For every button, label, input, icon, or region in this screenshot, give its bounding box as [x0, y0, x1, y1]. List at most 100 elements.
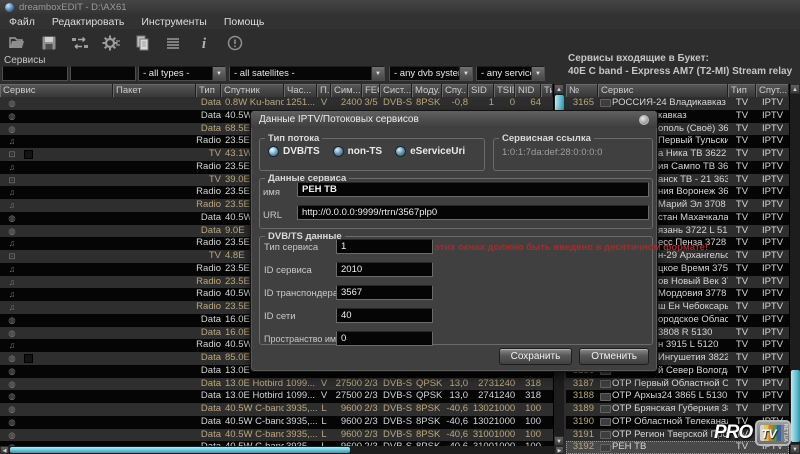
- column-header-modulation[interactable]: Моду...: [412, 84, 442, 97]
- radio-service-icon: ♫: [0, 263, 24, 276]
- scroll-up-icon[interactable]: ▲: [790, 84, 800, 94]
- radio-icon[interactable]: [395, 146, 406, 157]
- service-mark: [24, 314, 36, 327]
- cell-position: 13,0: [442, 390, 468, 403]
- filter-package-input[interactable]: [70, 66, 136, 81]
- filter-service-dropdown[interactable]: - any service - ▼: [476, 66, 545, 81]
- scroll-left-icon[interactable]: ◀: [0, 446, 9, 454]
- services-horizontal-scrollbar[interactable]: ◀ ▶: [0, 446, 564, 454]
- column-header-number[interactable]: №: [566, 84, 598, 97]
- bouquet-service-row[interactable]: 3188 ОТР Архыз24 3865 L 5130 TV IPTV: [566, 390, 789, 403]
- cell-satellite: IPTV: [756, 276, 789, 289]
- radio-eserviceuri[interactable]: eServiceUri: [395, 146, 465, 157]
- cell-sid: 1302: [468, 416, 494, 429]
- column-header-nid[interactable]: NID: [515, 84, 541, 97]
- bouquet-service-row[interactable]: 3187 ОТР Первый Областной Ор... TV IPTV: [566, 378, 789, 391]
- dialog-close-icon[interactable]: [639, 115, 649, 125]
- column-header-service[interactable]: Сервис: [0, 84, 113, 97]
- network-id-input[interactable]: [336, 308, 433, 323]
- column-header-type2[interactable]: Тип: [541, 84, 553, 97]
- menu-file[interactable]: Файл: [9, 16, 35, 28]
- radio-icon[interactable]: [333, 146, 344, 157]
- bouquet-service-row[interactable]: 3189 ОТР Брянская Губерния 387... TV IPT…: [566, 403, 789, 416]
- radio-selected-icon[interactable]: [268, 146, 279, 157]
- save-button[interactable]: Сохранить: [499, 348, 573, 365]
- filter-satellites-dropdown[interactable]: - all satellites - ▼: [229, 66, 385, 81]
- cell-type: Data: [196, 212, 221, 225]
- scroll-up-icon[interactable]: ▲: [554, 84, 564, 94]
- service-row[interactable]: ◍ Data 13.0E Hotbird ... 1099... V 27500…: [0, 390, 553, 403]
- list-icon[interactable]: [161, 32, 185, 54]
- service-row[interactable]: ◍ Data 40.5W C-band ... 3935,... L 9600 …: [0, 403, 553, 416]
- service-type-input[interactable]: [336, 239, 433, 254]
- open-file-icon[interactable]: [6, 32, 30, 54]
- menu-tools[interactable]: Инструменты: [141, 16, 206, 28]
- filter-service-input[interactable]: [2, 66, 68, 81]
- settings-gear-icon[interactable]: [99, 32, 123, 54]
- column-header-polarity[interactable]: П...: [317, 84, 331, 97]
- radio-dvbts[interactable]: DVB/TS: [268, 146, 320, 157]
- cell-type: Data: [196, 327, 221, 340]
- chevron-down-icon[interactable]: ▼: [371, 67, 384, 80]
- network-id-label: ID сети: [264, 311, 296, 322]
- url-input[interactable]: [297, 205, 649, 220]
- column-header-symbolrate[interactable]: Сим...: [331, 84, 362, 97]
- column-header-package[interactable]: Пакет: [113, 84, 196, 97]
- chevron-down-icon[interactable]: ▼: [531, 67, 544, 80]
- column-header-type[interactable]: Тип: [196, 84, 221, 97]
- radio-service-icon: ♫: [0, 288, 24, 301]
- cell-number: 3191: [566, 429, 598, 442]
- save-icon[interactable]: [37, 32, 61, 54]
- chevron-down-icon[interactable]: ▼: [212, 67, 225, 80]
- column-header-satellite[interactable]: Спутник: [221, 84, 284, 97]
- column-header-service[interactable]: Сервис: [598, 84, 728, 97]
- scroll-down-icon[interactable]: ▼: [554, 436, 564, 446]
- bouquet-vertical-scrollbar[interactable]: ▲ ▼: [789, 84, 800, 454]
- column-header-type[interactable]: Тип: [728, 84, 756, 97]
- namespace-input[interactable]: [336, 331, 433, 346]
- column-header-tsid[interactable]: TSID: [494, 84, 515, 97]
- column-header-fec[interactable]: FEC: [362, 84, 380, 97]
- cell-frequency: 1099...: [284, 390, 317, 403]
- cell-satellite: IPTV: [756, 186, 789, 199]
- bouquet-service-row[interactable]: 3165 РОССИЯ-24 Владикавказ TV IPTV: [566, 97, 789, 110]
- cell-modulation: 8PSK: [412, 97, 442, 110]
- scroll-down-icon[interactable]: ▼: [790, 444, 800, 454]
- filter-types-dropdown[interactable]: - all types - ▼: [138, 66, 226, 81]
- cell-type: TV: [196, 148, 221, 161]
- dialog-title-bar[interactable]: Данные IPTV/Потоковых сервисов: [251, 111, 657, 128]
- service-row[interactable]: ◍ Data 40.5W C-band ... 3935,... L 9600 …: [0, 429, 553, 442]
- cell-system: DVB-S2: [380, 97, 412, 110]
- column-header-sid[interactable]: SID: [468, 84, 494, 97]
- bouquet-title: Сервисы входящие в Букет:: [568, 53, 798, 64]
- scroll-right-icon[interactable]: ▶: [555, 446, 564, 454]
- chevron-down-icon[interactable]: ▼: [459, 67, 472, 80]
- cell-satellite: IPTV: [756, 314, 789, 327]
- scrollbar-thumb[interactable]: [10, 447, 350, 453]
- transponder-id-input[interactable]: [336, 285, 433, 300]
- service-row[interactable]: ◍ Data 0.8W Ku-band ... 1251... V 2400 3…: [0, 97, 553, 110]
- column-header-satellite[interactable]: Спут...: [756, 84, 789, 97]
- cancel-button[interactable]: Отменить: [579, 348, 649, 365]
- column-header-frequency[interactable]: Час...: [284, 84, 317, 97]
- service-row[interactable]: ◍ Data 13.0E Hotbird ... 1099... V 27500…: [0, 378, 553, 391]
- ftp-transfer-icon[interactable]: [68, 32, 92, 54]
- menu-edit[interactable]: Редактировать: [52, 16, 125, 28]
- services-table-header: Сервис Пакет Тип Спутник Час... П... Сим…: [0, 84, 553, 97]
- radio-nonts[interactable]: non-TS: [333, 146, 382, 157]
- service-row[interactable]: ◍ Data 40.5W C-band ... 3935,... L 9600 …: [0, 416, 553, 429]
- service-badge-icon: [598, 390, 612, 403]
- cell-modulation: 8PSK: [412, 416, 442, 429]
- about-icon[interactable]: [223, 32, 247, 54]
- column-header-position[interactable]: Спу...: [442, 84, 468, 97]
- service-id-input[interactable]: [336, 262, 433, 277]
- cell-frequency: 1099...: [284, 378, 317, 391]
- column-header-system[interactable]: Сист...: [380, 84, 412, 97]
- cell-polarity: L: [317, 416, 331, 429]
- scrollbar-thumb[interactable]: [791, 370, 800, 442]
- name-input[interactable]: [297, 182, 649, 197]
- info-icon[interactable]: i: [192, 32, 216, 54]
- copy-icon[interactable]: [130, 32, 154, 54]
- filter-dvb-system-dropdown[interactable]: - any dvb system - ▼: [389, 66, 473, 81]
- menu-help[interactable]: Помощь: [224, 16, 265, 28]
